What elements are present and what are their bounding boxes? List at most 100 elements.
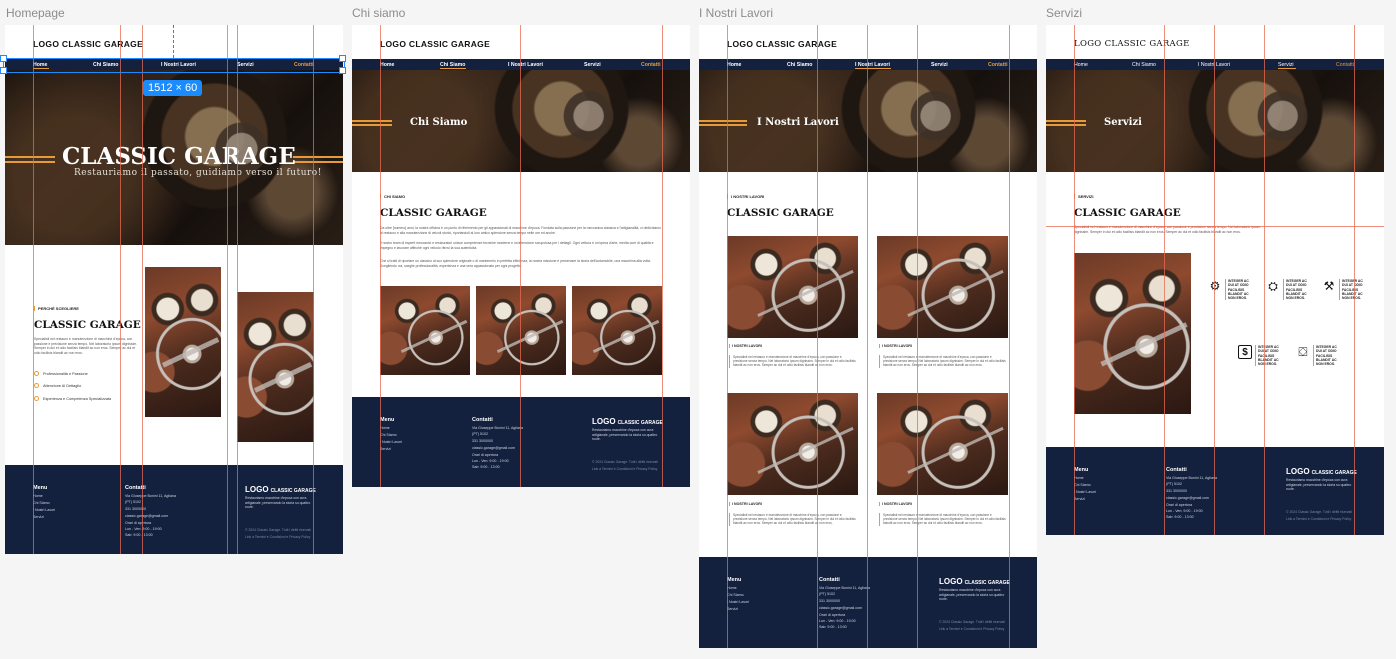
footer-legal-link[interactable]: Link a Termini e Condizioni e Privacy Po… [939,627,1011,632]
nav-servizi[interactable]: Servizi [931,62,948,68]
selection-handle[interactable] [0,67,7,74]
header: LOGO CLASSIC GARAGE [5,25,343,59]
frame-label-nostri-lavori[interactable]: I Nostri Lavori [699,6,773,20]
navbar[interactable]: Home Chi Siamo I Nostri Lavori Servizi C… [352,59,690,70]
nav-home[interactable]: Home [380,62,394,68]
footer-link-chi-siamo[interactable]: Chi Siamo [33,501,50,507]
selection-box[interactable] [3,58,345,73]
footer-email[interactable]: classic.garage@gmail.com [472,446,515,452]
navbar[interactable]: Home Chi Siamo I Nostri Lavori Servizi C… [1046,59,1384,70]
footer-link-home[interactable]: Home [380,426,390,432]
footer-link-chi-siamo[interactable]: Chi Siamo [380,433,397,439]
footer-email[interactable]: classic.garage@gmail.com [125,514,168,520]
footer-link-servizi[interactable]: Servizi [33,515,44,521]
paragraph-1: Da oltre [numero] anni, la nostra offici… [380,226,661,235]
logo[interactable]: LOGO CLASSIC GARAGE [380,39,490,49]
selection-handle[interactable] [339,67,346,74]
hero-line [1046,120,1086,122]
card-text: Specialisti nel restauro e manutenzione … [729,355,857,368]
hero-title: Servizi [1104,117,1142,128]
hero: Servizi [1046,70,1384,172]
footer-legal-link[interactable]: Link a Termini e Condizioni e Privacy Po… [1286,517,1358,522]
footer-phone: 331 3000000 [472,439,493,443]
nav-lavori[interactable]: I Nostri Lavori [508,62,543,68]
logo[interactable]: LOGO CLASSIC GARAGE [727,39,837,49]
footer-legal-link[interactable]: Link a Termini e Condizioni e Privacy Po… [245,535,317,540]
footer-link-home[interactable]: Home [1074,476,1084,482]
navbar[interactable]: Home Chi Siamo I Nostri Lavori Servizi C… [699,59,1037,70]
footer-email[interactable]: classic.garage@gmail.com [1166,496,1209,502]
frame-servizi[interactable]: LOGO CLASSIC GARAGE Home Chi Siamo I Nos… [1046,25,1384,535]
frame-nostri-lavori[interactable]: LOGO CLASSIC GARAGE Home Chi Siamo I Nos… [699,25,1037,648]
footer-link-servizi[interactable]: Servizi [1074,497,1085,503]
frame-label-servizi[interactable]: Servizi [1046,6,1082,20]
nav-contatti[interactable]: Contatti [1336,62,1354,68]
nav-chi-siamo[interactable]: Chi Siamo [1132,62,1156,68]
hero-line-right [293,156,343,158]
selection-handle[interactable] [0,55,7,62]
check-icon [34,371,39,376]
service-card: ⛋ INTEGER AC DUI AT ODIO FACILISIS BLAND… [1296,345,1343,367]
footer-link-home[interactable]: Home [33,494,43,500]
paragraph-3: Che si tratti di riportare un classico a… [380,259,651,268]
hero-line-right-2 [293,161,343,163]
footer-link-chi-siamo[interactable]: Chi Siamo [727,593,744,599]
hero-title: Chi Siamo [410,117,468,128]
paragraph-2: Il nostro team di esperti meccanici e re… [380,241,654,250]
footer-logo: LOGO CLASSIC GARAGE [592,417,663,426]
section-paragraph: Specialisti nel restauro e manutenzione … [34,337,138,355]
logo[interactable]: LOGO CLASSIC GARAGE [1074,39,1190,49]
nav-active-underline [1278,68,1296,69]
car-photo [877,393,1008,495]
card-caption: I NOSTRI LAVORI [879,344,912,348]
section-kicker: CHI SIAMO [380,194,405,199]
nav-chi-siamo[interactable]: Chi Siamo [787,62,812,68]
footer-address: Via Giuseppe Bonini 11, Agliana (PT) 510… [819,586,871,596]
footer-link-lavori[interactable]: I Nostri Lavori [380,440,402,446]
selection-handle[interactable] [339,55,346,62]
gear-icon: ⛭ [1268,279,1278,293]
footer-email[interactable]: classic.garage@gmail.com [819,606,862,612]
footer-legal-link[interactable]: Link a Termini e Condizioni e Privacy Po… [592,467,664,472]
footer-hours-heading: Orari di apertura [1166,503,1193,507]
card-caption: I NOSTRI LAVORI [729,344,762,348]
footer-link-home[interactable]: Home [727,586,737,592]
bullet-item: Professionalità e Passione [34,371,88,376]
nav-contatti[interactable]: Contatti [988,62,1008,68]
footer-link-lavori[interactable]: I Nostri Lavori [33,508,55,514]
layout-guide [867,25,868,648]
footer-link-servizi[interactable]: Servizi [727,607,738,613]
layout-guide [313,25,314,554]
footer-contact-heading: Contatti [819,577,840,583]
footer-link-servizi[interactable]: Servizi [380,447,391,453]
footer-hours-weekday: Lun - Ven: 9:00 - 19:00 [472,459,509,463]
frame-label-homepage[interactable]: Homepage [6,6,65,20]
footer-hours-weekday: Lun - Ven: 9:00 - 19:00 [1166,509,1203,513]
footer-hours-heading: Orari di apertura [819,613,846,617]
footer-hours-heading: Orari di apertura [472,453,499,457]
service-card: ⚒ INTEGER AC DUI AT ODIO FACILISIS BLAND… [1322,279,1369,301]
frame-chi-siamo[interactable]: LOGO CLASSIC GARAGE Home Chi Siamo I Nos… [352,25,690,487]
footer-tagline: Restauriamo macchine d'epoca con cura ar… [245,496,311,510]
footer-link-lavori[interactable]: I Nostri Lavori [727,600,749,606]
frame-label-chi-siamo[interactable]: Chi siamo [352,6,405,20]
layout-guide-horizontal [1046,226,1384,227]
frame-homepage[interactable]: LOGO CLASSIC GARAGE Home Chi Siamo I Nos… [5,25,343,554]
logo[interactable]: LOGO CLASSIC GARAGE [33,39,143,49]
layout-guide [1074,25,1075,535]
nav-contatti[interactable]: Contatti [641,62,661,68]
layout-guide [727,25,728,648]
nav-home[interactable]: Home [727,62,741,68]
footer-link-lavori[interactable]: I Nostri Lavori [1074,490,1096,496]
footer-logo: LOGO CLASSIC GARAGE [939,577,1010,586]
nav-home[interactable]: Home [1074,62,1088,68]
footer: Menu Home Chi Siamo I Nostri Lavori Serv… [699,557,1037,648]
card-text: Specialisti nel restauro e manutenzione … [879,355,1007,368]
nav-active-underline [440,68,466,69]
header: LOGO CLASSIC GARAGE [352,25,690,59]
bullet-item: Attenzione Al Dettaglio [34,383,81,388]
footer-tagline: Restauriamo macchine d'epoca con cura ar… [939,588,1005,602]
nav-servizi[interactable]: Servizi [584,62,601,68]
layout-guide [1264,25,1265,535]
footer-link-chi-siamo[interactable]: Chi Siamo [1074,483,1091,489]
